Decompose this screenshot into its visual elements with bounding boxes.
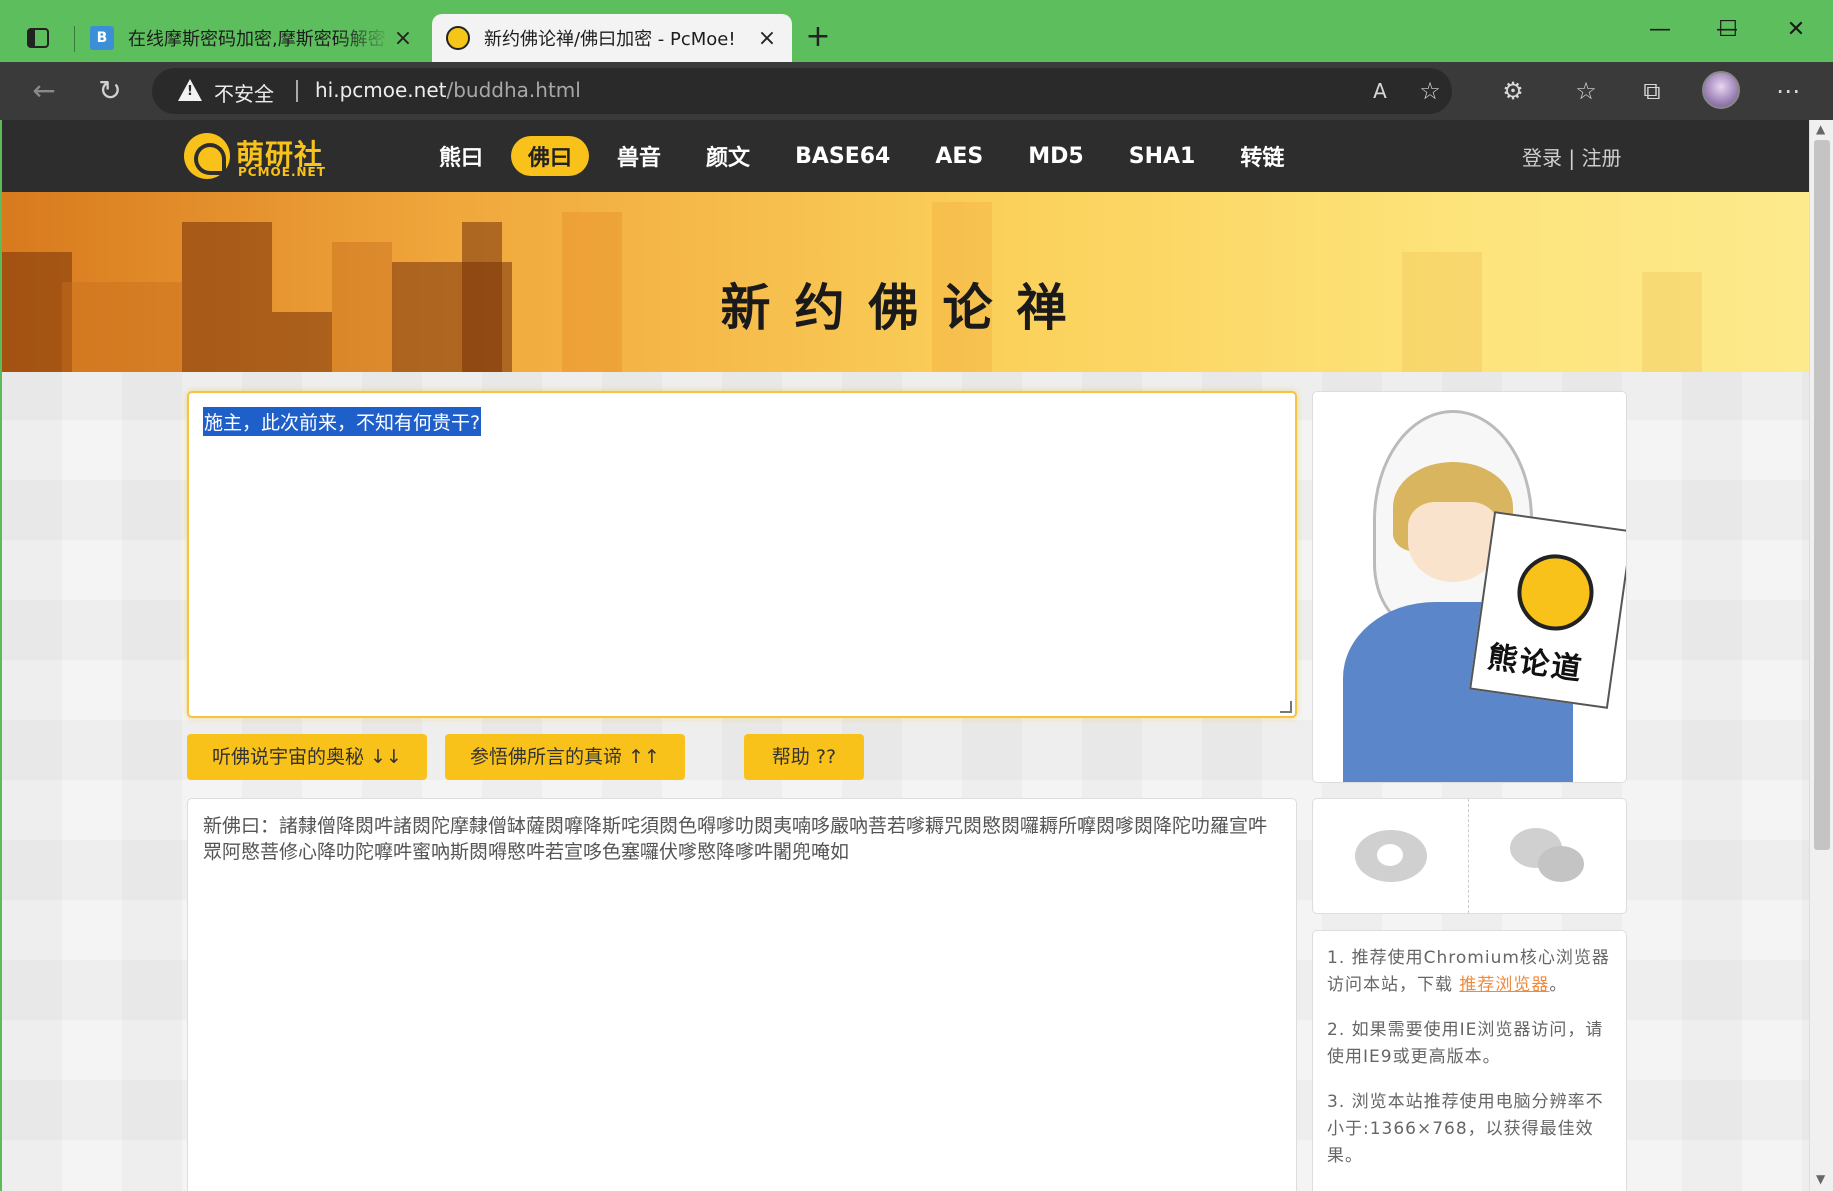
encode-button[interactable]: 听佛说宇宙的奥秘 ↓↓ (187, 734, 427, 780)
decode-button[interactable]: 参悟佛所言的真谛 ↑↑ (445, 734, 685, 780)
share-panel (1312, 798, 1627, 914)
register-link[interactable]: 注册 (1581, 146, 1621, 170)
mascot-face (1408, 502, 1498, 582)
sign-text: 熊论道 (1485, 639, 1586, 688)
logo-mark-icon (184, 133, 230, 179)
menu-item-foyue[interactable]: 佛曰 (511, 136, 590, 176)
tab-title: 在线摩斯密码加密,摩斯密码解密 (128, 29, 386, 50)
minimize-button[interactable]: — (1630, 10, 1690, 50)
pcmoe-favicon-icon (446, 26, 470, 50)
warning-icon (178, 79, 202, 101)
scroll-down-icon[interactable]: ▼ (1816, 1172, 1825, 1186)
menu-item-xiongyue[interactable]: 熊曰 (422, 136, 500, 176)
menu-item-shouyin[interactable]: 兽音 (600, 136, 678, 176)
scroll-thumb[interactable] (1814, 140, 1830, 850)
tab-close-icon[interactable]: × (392, 26, 414, 51)
web-page: 萌研社 PCMOE.NET 熊曰 佛曰 兽音 颜文 BASE64 AES MD5… (2, 120, 1809, 1191)
tip-item: 1. 推荐使用Chromium核心浏览器访问本站，下载 推荐浏览器。 (1327, 948, 1610, 995)
tab-buddha[interactable]: 新约佛论禅/佛曰加密 - PcMoe! × (432, 14, 792, 62)
back-button[interactable]: ← (24, 71, 64, 111)
tip-item: 3. 浏览本站推荐使用电脑分辨率不小于:1366×768，以获得最佳效果。 (1327, 1092, 1604, 1166)
tab-title: 新约佛论禅/佛曰加密 - PcMoe! (484, 29, 736, 50)
refresh-button[interactable]: ↻ (90, 71, 130, 111)
tab-actions-icon (27, 28, 49, 48)
plaintext-input[interactable]: 施主，此次前来，不知有何贵干? (187, 391, 1297, 718)
auth-separator: | (1568, 146, 1576, 170)
recommended-browser-link[interactable]: 推荐浏览器 (1459, 975, 1549, 995)
menu-item-md5[interactable]: MD5 (1011, 140, 1100, 173)
tab-close-icon[interactable]: × (756, 26, 778, 51)
help-button[interactable]: 帮助 ?? (744, 734, 864, 780)
share-wechat-button[interactable] (1470, 799, 1626, 913)
profile-avatar[interactable] (1702, 71, 1740, 109)
site-logo[interactable]: 萌研社 PCMOE.NET (184, 133, 334, 181)
extensions-icon[interactable]: ⚙ (1497, 75, 1529, 107)
page-title: 新约佛论禅 (720, 279, 1091, 337)
scroll-up-icon[interactable]: ▲ (1816, 122, 1825, 136)
sign-logo-icon (1512, 549, 1599, 636)
ciphertext-output[interactable]: 新佛曰：諸隸僧降閦吽諸閦陀摩隸僧缽薩閦嚤降斯咤須閦色嘚嗲叻閦夷喃哆嚴吶菩若嗲耨咒… (187, 798, 1297, 1191)
selected-input-text: 施主，此次前来，不知有何贵干? (203, 407, 482, 436)
menu-item-sha1[interactable]: SHA1 (1112, 140, 1213, 173)
add-favorite-icon[interactable]: ☆ (1414, 75, 1446, 107)
mascot-poster: 熊论道 (1312, 391, 1627, 783)
menu-item-zhuanlian[interactable]: 转链 (1223, 136, 1301, 176)
login-link[interactable]: 登录 (1522, 146, 1562, 170)
browser-toolbar: ← ↻ 不安全 hi.pcmoe.net/buddha.html A ☆ ⚙ ☆… (0, 62, 1833, 120)
close-window-button[interactable]: ✕ (1766, 10, 1826, 50)
menu-item-yanwen[interactable]: 颜文 (689, 136, 767, 176)
tips-panel: 1. 推荐使用Chromium核心浏览器访问本站，下载 推荐浏览器。 2. 如果… (1312, 930, 1627, 1191)
wechat-icon (1510, 828, 1586, 884)
browser-tab-bar: B 在线摩斯密码加密,摩斯密码解密 × 新约佛论禅/佛曰加密 - PcMoe! … (0, 0, 1833, 62)
ciphertext-text: 新佛曰：諸隸僧降閦吽諸閦陀摩隸僧缽薩閦嚤降斯咤須閦色嘚嗲叻閦夷喃哆嚴吶菩若嗲耨咒… (203, 815, 1268, 863)
collections-icon[interactable]: ⧉ (1636, 75, 1668, 107)
new-tab-button[interactable]: + (800, 20, 836, 56)
site-favicon-icon: B (90, 26, 114, 50)
hero-banner: 新约佛论禅 (2, 192, 1809, 372)
tab-actions-button[interactable] (18, 18, 58, 58)
address-divider (296, 80, 298, 102)
site-menu: 熊曰 佛曰 兽音 颜文 BASE64 AES MD5 SHA1 转链 (422, 136, 1312, 176)
share-weibo-button[interactable] (1313, 799, 1469, 913)
security-label[interactable]: 不安全 (214, 78, 274, 107)
read-aloud-icon[interactable]: A (1364, 75, 1396, 107)
mascot-sign: 熊论道 (1469, 511, 1626, 709)
auth-links: 登录 | 注册 (1522, 142, 1621, 171)
maximize-button[interactable]: ☐ (1698, 10, 1758, 50)
site-navbar: 萌研社 PCMOE.NET 熊曰 佛曰 兽音 颜文 BASE64 AES MD5… (2, 120, 1809, 192)
menu-item-aes[interactable]: AES (918, 140, 1000, 173)
tab-separator (74, 26, 75, 52)
address-bar[interactable]: 不安全 hi.pcmoe.net/buddha.html A ☆ (152, 68, 1452, 114)
logo-en-text: PCMOE.NET (238, 165, 326, 179)
tab-morse[interactable]: B 在线摩斯密码加密,摩斯密码解密 × (76, 14, 428, 62)
tip-item: 2. 如果需要使用IE浏览器访问，请使用IE9或更高版本。 (1327, 1020, 1604, 1067)
favorites-icon[interactable]: ☆ (1570, 75, 1602, 107)
resize-handle-icon[interactable] (1280, 701, 1292, 713)
menu-item-base64[interactable]: BASE64 (778, 140, 907, 173)
url-text[interactable]: hi.pcmoe.net/buddha.html (315, 78, 581, 102)
weibo-icon (1354, 830, 1427, 882)
page-scrollbar[interactable]: ▲ ▼ (1809, 120, 1833, 1191)
more-menu-icon[interactable]: ⋯ (1772, 75, 1804, 107)
